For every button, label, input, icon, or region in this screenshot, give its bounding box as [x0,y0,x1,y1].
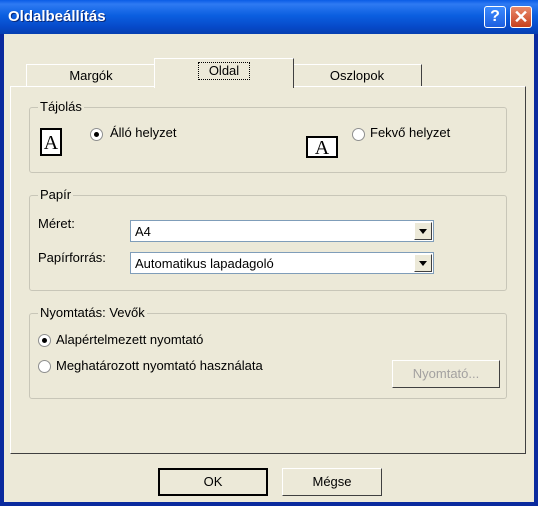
help-icon: ? [490,8,500,25]
portrait-label[interactable]: Álló helyzet [110,125,176,140]
paper-size-select[interactable]: A4 [130,220,434,242]
landscape-radio[interactable] [352,128,365,141]
orientation-legend: Tájolás [38,99,84,114]
tab-margins-label: Margók [69,68,113,83]
paper-source-select[interactable]: Automatikus lapadagoló [130,252,434,274]
paper-size-label: Méret: [38,216,75,231]
paper-source-value: Automatikus lapadagoló [135,256,274,271]
close-button[interactable]: ✕ [510,6,532,28]
tab-columns-label: Oszlopok [329,68,385,83]
printing-group: Nyomtatás: Vevők Alapértelmezett nyomtat… [29,305,507,399]
tab-page-label: Oldal [197,62,251,80]
close-icon: ✕ [513,7,529,27]
specific-printer-radio[interactable] [38,360,51,373]
tab-strip: Margók Oldal Oszlopok [4,34,534,90]
specific-printer-label[interactable]: Meghatározott nyomtató használata [56,358,263,373]
tab-margins[interactable]: Margók [26,64,156,86]
help-button[interactable]: ? [484,6,506,28]
landscape-paper-icon: A [306,136,338,158]
tab-columns[interactable]: Oszlopok [292,64,422,86]
portrait-radio[interactable] [90,128,103,141]
chevron-down-icon[interactable] [414,222,432,240]
default-printer-radio[interactable] [38,334,51,347]
window-title: Oldalbeállítás [8,8,106,25]
tab-page-panel: Tájolás A Álló helyzet A Fekvő helyzet P… [10,86,526,454]
paper-source-label: Papírforrás: [38,250,106,265]
orientation-group: Tájolás A Álló helyzet A Fekvő helyzet [29,99,507,173]
ok-button[interactable]: OK [158,468,268,496]
paper-group: Papír Méret: A4 Papírforrás: Automatikus… [29,187,507,291]
printer-button[interactable]: Nyomtató... [392,360,500,388]
printing-legend: Nyomtatás: Vevők [38,305,147,320]
default-printer-label[interactable]: Alapértelmezett nyomtató [56,332,203,347]
dialog-client: Margók Oldal Oszlopok Tájolás A Álló hel… [4,34,534,502]
cancel-button[interactable]: Mégse [282,468,382,496]
portrait-paper-icon: A [40,128,62,156]
tab-page[interactable]: Oldal [154,58,294,88]
dialog-window: Oldalbeállítás ? ✕ Margók Oldal Oszlopok… [0,0,538,506]
title-bar[interactable]: Oldalbeállítás ? ✕ [0,0,538,34]
paper-size-value: A4 [135,224,151,239]
landscape-label[interactable]: Fekvő helyzet [370,125,450,140]
paper-legend: Papír [38,187,74,202]
chevron-down-icon[interactable] [414,254,432,272]
